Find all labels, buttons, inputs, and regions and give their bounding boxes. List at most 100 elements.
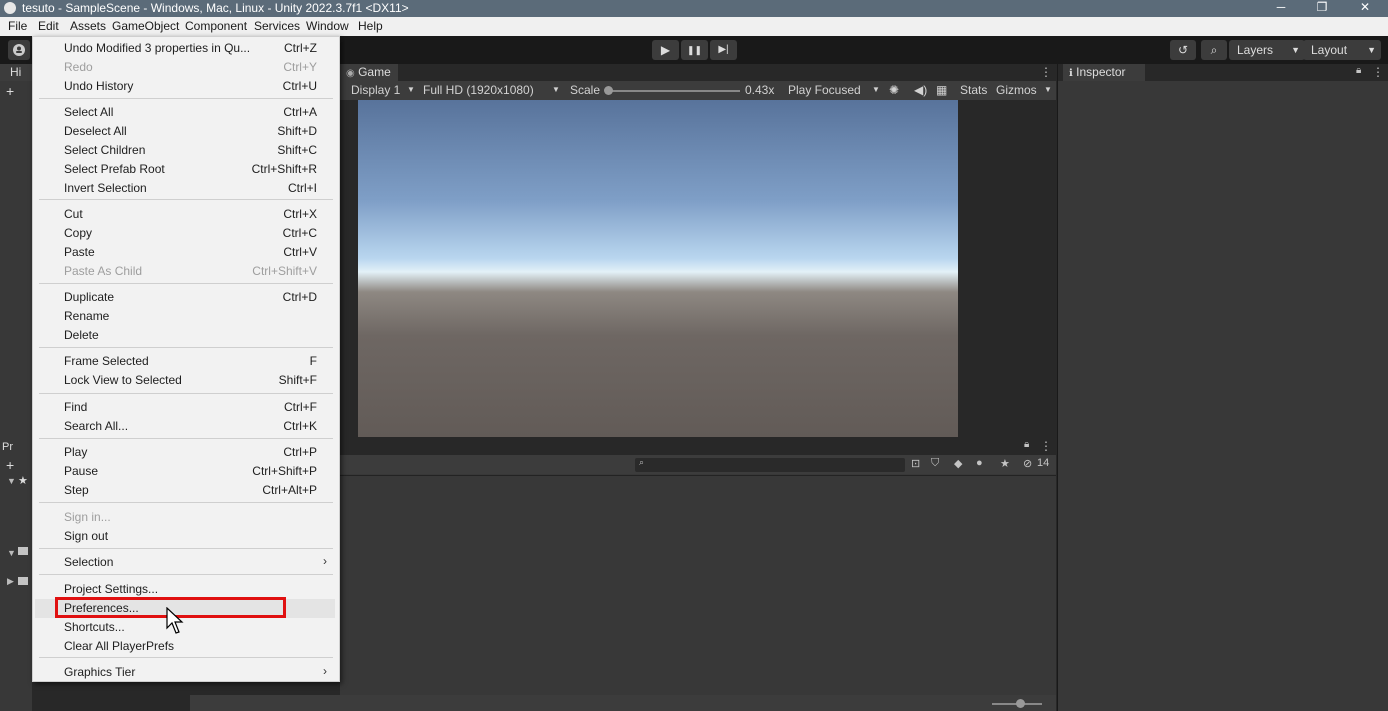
chevron-down-icon[interactable]: ▼ (7, 476, 16, 486)
menu-item-clear-all-playerprefs[interactable]: Clear All PlayerPrefs (33, 637, 339, 656)
menu-item-sign-out[interactable]: Sign out (33, 527, 339, 546)
menu-separator (39, 199, 333, 200)
scale-slider-track[interactable] (610, 90, 740, 92)
warning-icon[interactable]: ● (976, 457, 983, 469)
step-button[interactable]: ▶| (710, 40, 737, 60)
stats-button[interactable]: Stats (960, 83, 987, 97)
menu-item-shortcut: Ctrl+C (282, 226, 317, 240)
chevron-down-icon[interactable]: ▼ (552, 85, 560, 94)
chevron-down-icon: ▼ (1291, 45, 1300, 55)
project-tab-row (340, 437, 1056, 455)
menu-item-select-all[interactable]: Select All Ctrl+A (33, 103, 339, 122)
project-search-input[interactable]: ⌕ (635, 457, 905, 472)
menu-file[interactable]: File (8, 19, 27, 33)
chevron-down-icon[interactable]: ▼ (1044, 85, 1052, 94)
star-icon[interactable]: ★ (1000, 457, 1010, 470)
add-icon[interactable]: + (6, 457, 14, 473)
bug-icon[interactable]: ✺ (889, 83, 899, 97)
menu-item-delete[interactable]: Delete (33, 326, 339, 345)
menu-item-deselect-all[interactable]: Deselect All Shift+D (33, 122, 339, 141)
menu-item-step[interactable]: Step Ctrl+Alt+P (33, 481, 339, 500)
menu-separator (39, 347, 333, 348)
tab-game[interactable]: ◉ Game (340, 64, 398, 81)
menu-item-select-prefab-root[interactable]: Select Prefab Root Ctrl+Shift+R (33, 160, 339, 179)
close-button[interactable]: ✕ (1345, 0, 1385, 17)
menu-item-graphics-tier[interactable]: Graphics Tier › (33, 663, 339, 682)
layers-dropdown[interactable]: Layers ▼ (1229, 40, 1305, 60)
folder-icon (18, 577, 28, 585)
menu-item-label: Paste As Child (64, 264, 143, 278)
menu-item-label: Shortcuts... (64, 620, 125, 634)
history-button[interactable]: ↺ (1170, 40, 1196, 60)
menu-item-play[interactable]: Play Ctrl+P (33, 443, 339, 462)
kebab-menu-icon[interactable]: ⋮ (1372, 65, 1384, 79)
zoom-slider-thumb[interactable] (1016, 699, 1025, 708)
add-icon[interactable]: + (6, 83, 14, 99)
menu-item-search-all[interactable]: Search All... Ctrl+K (33, 417, 339, 436)
menu-item-lock-view-to-selected[interactable]: Lock View to Selected Shift+F (33, 371, 339, 390)
menu-item-label: Pause (64, 464, 99, 478)
scale-slider-thumb[interactable] (604, 86, 613, 95)
menu-item-frame-selected[interactable]: Frame Selected F (33, 352, 339, 371)
resolution-dropdown[interactable]: Full HD (1920x1080) (423, 83, 534, 97)
menu-item-paste[interactable]: Paste Ctrl+V (33, 243, 339, 262)
mouse-cursor-icon (166, 607, 184, 634)
kebab-menu-icon[interactable]: ⋮ (1040, 439, 1052, 453)
menu-item-shortcut: Ctrl+Shift+P (252, 464, 317, 478)
menu-item-shortcuts[interactable]: Shortcuts... (33, 618, 339, 637)
project-tab-label[interactable]: Pr (2, 441, 13, 453)
menu-item-undo-modified-3-properties-in-qu[interactable]: Undo Modified 3 properties in Qu... Ctrl+… (33, 39, 339, 58)
menu-item-cut[interactable]: Cut Ctrl+X (33, 205, 339, 224)
menu-item-label: Project Settings... (64, 582, 159, 596)
menu-item-label: Clear All PlayerPrefs (64, 639, 175, 653)
menu-window[interactable]: Window (306, 19, 349, 33)
menu-item-label: Play (64, 445, 88, 459)
menu-edit[interactable]: Edit (38, 19, 59, 33)
chevron-down-icon[interactable]: ▼ (872, 85, 880, 94)
menu-item-select-children[interactable]: Select Children Shift+C (33, 141, 339, 160)
game-viewport[interactable] (358, 100, 958, 437)
menu-item-label: Find (64, 400, 88, 414)
lock-icon[interactable]: 🔒︎ (1024, 439, 1029, 450)
menu-item-label: Redo (64, 60, 93, 74)
filter-type-icon[interactable]: ⊡ (911, 457, 920, 470)
gizmos-button[interactable]: Gizmos (996, 83, 1037, 97)
play-button[interactable]: ▶ (652, 40, 679, 60)
chevron-down-icon[interactable]: ▼ (407, 85, 415, 94)
pause-button[interactable]: ❚❚ (681, 40, 708, 60)
display-dropdown[interactable]: Display 1 (351, 83, 400, 97)
menu-item-invert-selection[interactable]: Invert Selection Ctrl+I (33, 179, 339, 198)
chevron-down-icon[interactable]: ▼ (7, 548, 16, 558)
menu-gameobject[interactable]: GameObject (112, 19, 179, 33)
menu-item-pause[interactable]: Pause Ctrl+Shift+P (33, 462, 339, 481)
menu-item-undo-history[interactable]: Undo History Ctrl+U (33, 77, 339, 96)
search-button[interactable]: ⌕ (1201, 40, 1227, 60)
hidden-packages-icon[interactable]: ⊘ (1023, 457, 1032, 470)
menu-item-rename[interactable]: Rename (33, 307, 339, 326)
menu-item-find[interactable]: Find Ctrl+F (33, 398, 339, 417)
menu-item-selection[interactable]: Selection › (33, 553, 339, 572)
play-mode-dropdown[interactable]: Play Focused (788, 83, 861, 97)
grid-icon[interactable]: ▦ (936, 83, 947, 97)
lock-icon[interactable]: 🔒︎ (1356, 65, 1361, 76)
audio-mute-icon[interactable]: ◀) (914, 83, 927, 97)
menu-item-copy[interactable]: Copy Ctrl+C (33, 224, 339, 243)
menu-assets[interactable]: Assets (70, 19, 106, 33)
menu-item-sign-in: Sign in... (33, 508, 339, 527)
tab-inspector[interactable]: ℹ Inspector (1063, 64, 1145, 81)
tag-icon[interactable]: ◆ (954, 457, 962, 470)
chevron-right-icon[interactable]: ▶ (7, 576, 14, 587)
menu-help[interactable]: Help (358, 19, 383, 33)
menu-item-redo: Redo Ctrl+Y (33, 58, 339, 77)
menu-services[interactable]: Services (254, 19, 300, 33)
account-button[interactable] (8, 40, 30, 60)
menu-item-duplicate[interactable]: Duplicate Ctrl+D (33, 288, 339, 307)
menu-item-label: Selection (64, 555, 114, 569)
tab-hierarchy[interactable]: Hi (0, 64, 32, 81)
maximize-button[interactable]: ❐ (1302, 0, 1342, 17)
menu-component[interactable]: Component (185, 19, 247, 33)
kebab-menu-icon[interactable]: ⋮ (1040, 65, 1052, 79)
minimize-button[interactable]: ─ (1261, 0, 1301, 17)
filter-label-icon[interactable]: ⛉ (931, 457, 939, 470)
layout-dropdown[interactable]: Layout ▼ (1303, 40, 1381, 60)
